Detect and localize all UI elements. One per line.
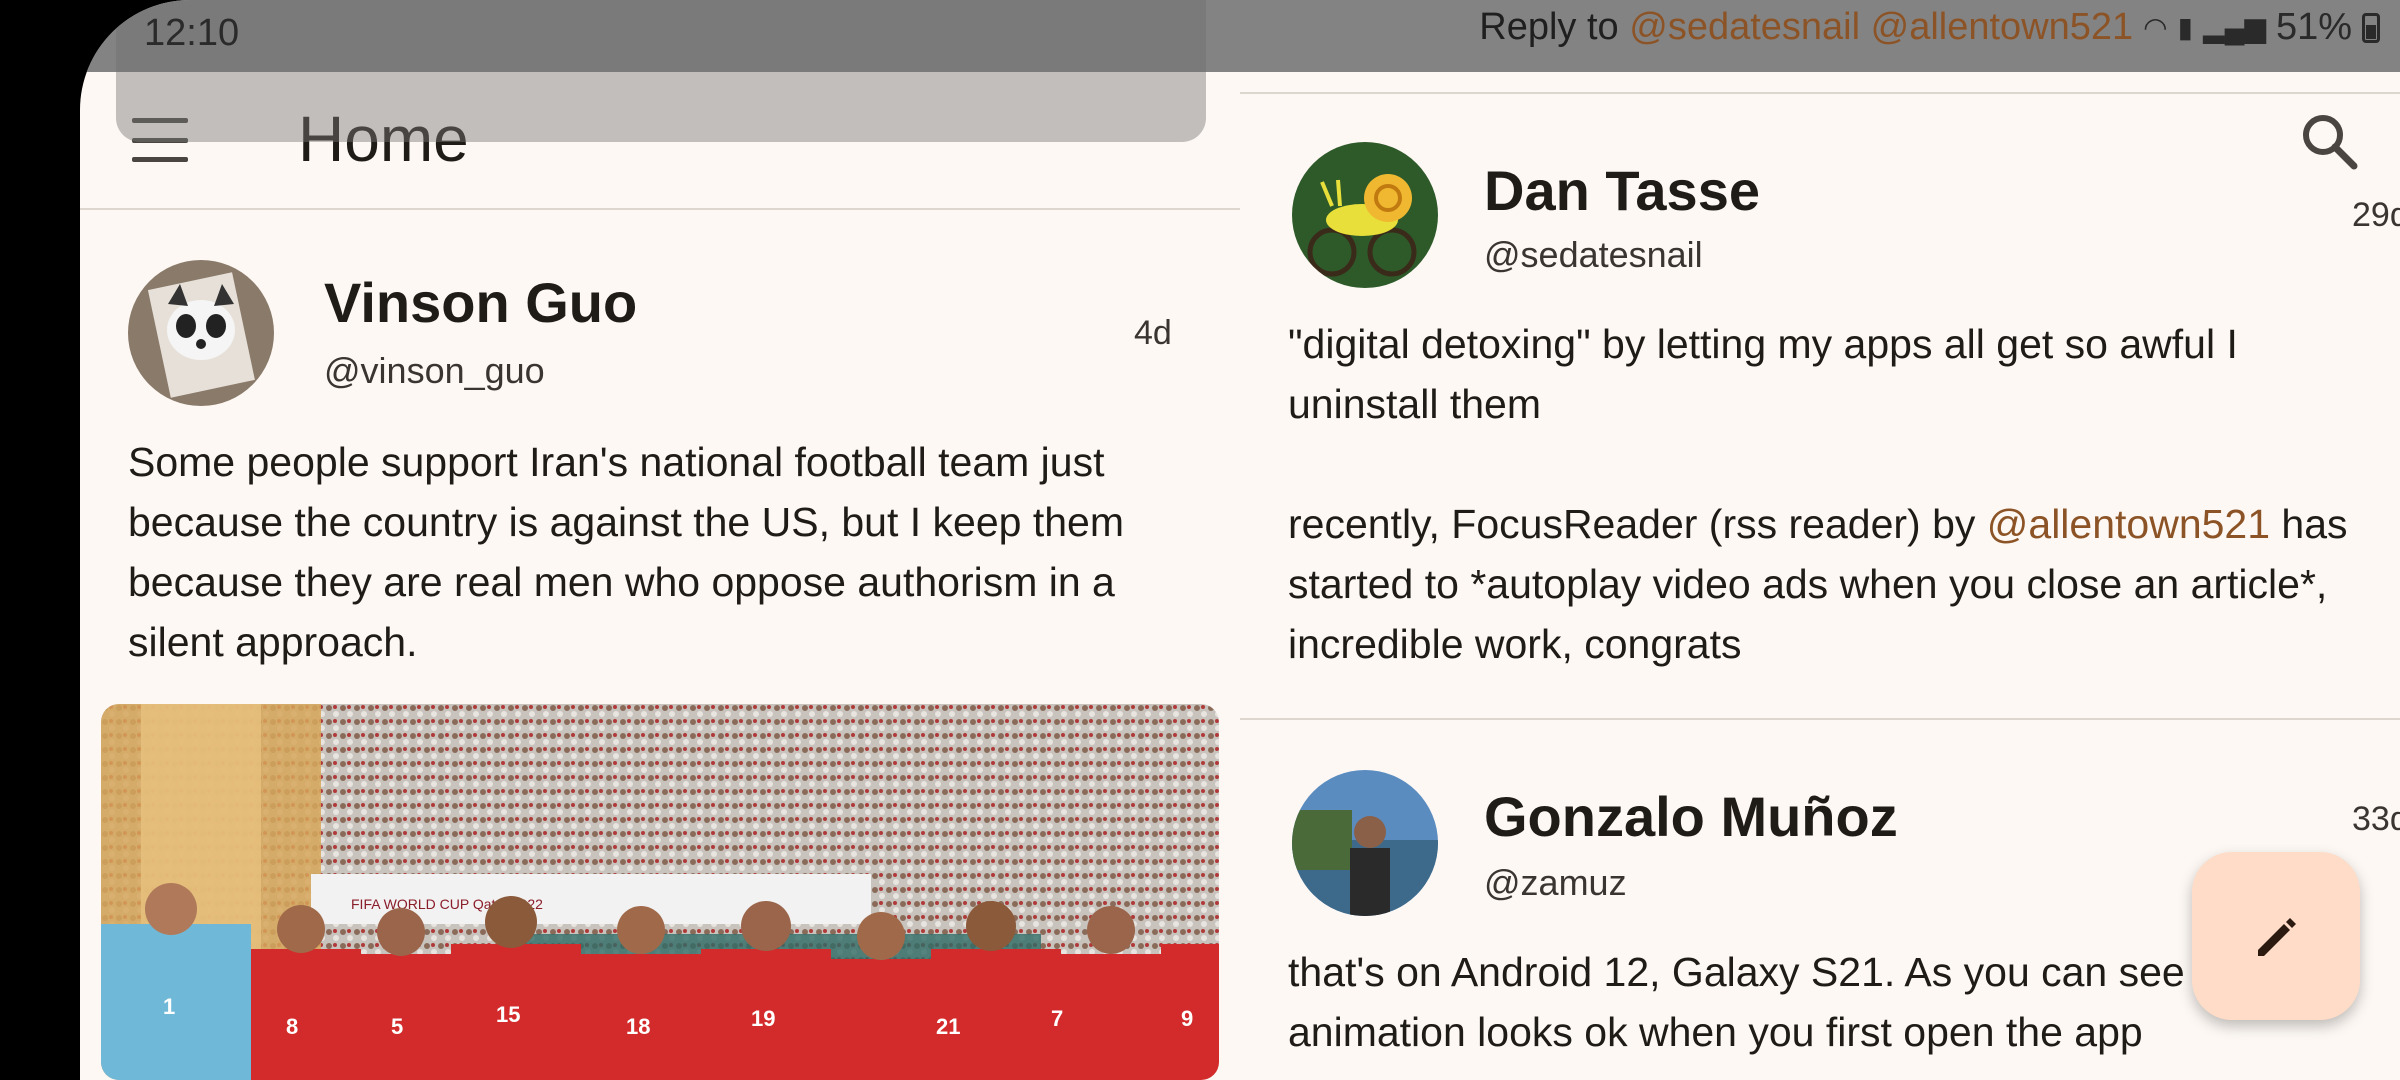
compose-button[interactable] xyxy=(2192,852,2360,1020)
reply-to-banner: Reply to @sedatesnail @allentown521 xyxy=(1479,6,2133,49)
mention-link[interactable]: @allentown521 xyxy=(1987,501,2270,547)
author-name[interactable]: Vinson Guo xyxy=(324,270,637,335)
divider xyxy=(1240,92,2400,94)
thread-pane: Dan Tasse @sedatesnail 29d "digital deto… xyxy=(1240,0,2400,1080)
app-screen: Home Vinson Guo @vinson_guo 4d Some peop… xyxy=(80,0,2400,1080)
wifi-icon: ◠ xyxy=(2143,12,2168,43)
post-media-image[interactable]: FIFA WORLD CUP Qatar 2022 1 8 5 15 18 19… xyxy=(101,704,1219,1080)
battery-icon xyxy=(2362,12,2380,43)
post-body: "digital detoxing" by letting my apps al… xyxy=(1288,314,2368,674)
author-name[interactable]: Gonzalo Muñoz xyxy=(1484,784,1898,849)
text-segment: recently, FocusReader (rss reader) by xyxy=(1288,501,1987,547)
signal-icon: ▂▄▆ xyxy=(2203,12,2266,43)
jersey-number: 15 xyxy=(496,1002,520,1027)
avatar[interactable] xyxy=(1292,770,1438,916)
author-handle: @zamuz xyxy=(1484,862,1627,903)
author-handle: @vinson_guo xyxy=(324,350,545,391)
jersey-number: 7 xyxy=(1051,1006,1063,1031)
avatar[interactable] xyxy=(128,260,274,406)
jersey-number: 5 xyxy=(391,1014,403,1039)
avatar[interactable] xyxy=(1292,142,1438,288)
author-name[interactable]: Dan Tasse xyxy=(1484,158,1760,223)
compose-pencil-icon xyxy=(2258,918,2296,956)
hd-icon: ▮ xyxy=(2177,12,2194,43)
jersey-number: 9 xyxy=(1181,1006,1193,1031)
divider xyxy=(1240,718,2400,720)
jersey-number: 18 xyxy=(626,1014,650,1039)
post-paragraph: "digital detoxing" by letting my apps al… xyxy=(1288,321,2238,427)
battery-percent: 51% xyxy=(2275,6,2352,48)
jersey-number: 19 xyxy=(751,1006,775,1031)
reply-prefix: Reply to xyxy=(1479,6,1630,48)
jersey-number: 1 xyxy=(163,994,175,1019)
status-time: 12:10 xyxy=(144,12,240,54)
mention-link[interactable]: @sedatesnail xyxy=(1629,6,1860,48)
jersey-number: 21 xyxy=(936,1014,960,1039)
status-right: Reply to @sedatesnail @allentown521 ◠ ▮ … xyxy=(1479,6,2380,49)
post-timestamp: 33d xyxy=(2352,800,2400,838)
post-timestamp: 4d xyxy=(1134,314,1172,352)
jersey-number: 8 xyxy=(286,1014,298,1039)
mention-link[interactable]: @allentown521 xyxy=(1871,6,2134,48)
author-handle: @sedatesnail xyxy=(1484,234,1703,275)
post-timestamp: 29d xyxy=(2352,196,2400,234)
post-paragraph: recently, FocusReader (rss reader) by @a… xyxy=(1288,494,2368,674)
search-icon[interactable] xyxy=(2298,110,2360,172)
status-bar: 12:10 Reply to @sedatesnail @allentown52… xyxy=(80,0,2400,72)
post-body: Some people support Iran's national foot… xyxy=(128,439,1124,665)
timeline-pane: Home Vinson Guo @vinson_guo 4d Some peop… xyxy=(80,0,1240,1080)
